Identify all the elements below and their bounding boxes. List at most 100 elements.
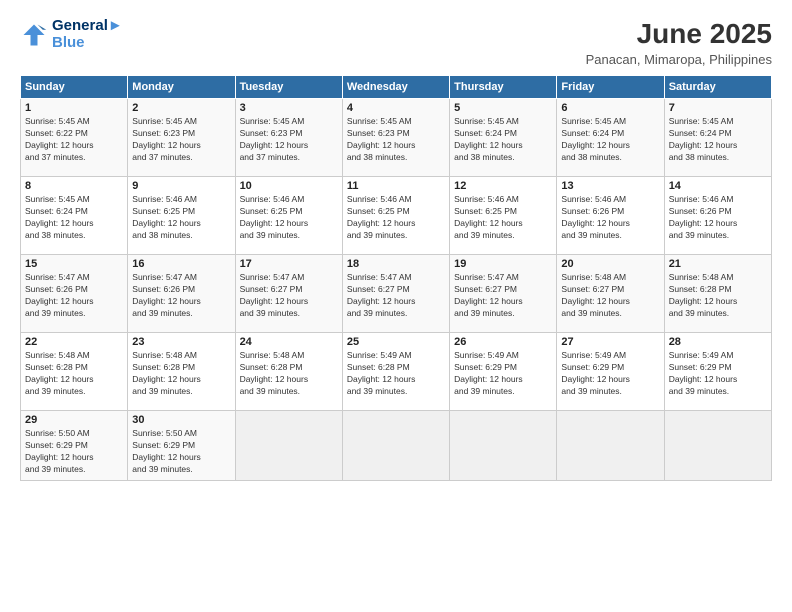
col-wednesday: Wednesday — [342, 76, 449, 99]
day-info: Sunrise: 5:49 AM Sunset: 6:29 PM Dayligh… — [561, 350, 659, 398]
calendar-cell: 23 Sunrise: 5:48 AM Sunset: 6:28 PM Dayli… — [128, 333, 235, 411]
day-number: 22 — [25, 336, 123, 348]
calendar-row: 1 Sunrise: 5:45 AM Sunset: 6:22 PM Daylig… — [21, 99, 772, 177]
day-number: 23 — [132, 336, 230, 348]
day-info: Sunrise: 5:45 AM Sunset: 6:22 PM Dayligh… — [25, 116, 123, 164]
calendar-cell: 7 Sunrise: 5:45 AM Sunset: 6:24 PM Daylig… — [664, 99, 771, 177]
calendar-cell: 3 Sunrise: 5:45 AM Sunset: 6:23 PM Daylig… — [235, 99, 342, 177]
calendar-cell: 16 Sunrise: 5:47 AM Sunset: 6:26 PM Dayli… — [128, 255, 235, 333]
calendar-cell: 10Sunrise: 5:46 AM Sunset: 6:25 PM Dayli… — [235, 177, 342, 255]
day-number: 27 — [561, 336, 659, 348]
calendar-cell: 24 Sunrise: 5:48 AM Sunset: 6:28 PM Dayli… — [235, 333, 342, 411]
calendar-cell: 29Sunrise: 5:50 AM Sunset: 6:29 PM Dayli… — [21, 411, 128, 481]
day-number: 8 — [25, 180, 123, 192]
day-number: 12 — [454, 180, 552, 192]
calendar-cell: 18 Sunrise: 5:47 AM Sunset: 6:27 PM Dayli… — [342, 255, 449, 333]
day-number: 5 — [454, 102, 552, 114]
day-number: 26 — [454, 336, 552, 348]
calendar-cell: 19 Sunrise: 5:47 AM Sunset: 6:27 PM Dayli… — [450, 255, 557, 333]
day-info: Sunrise: 5:47 AM Sunset: 6:27 PM Dayligh… — [240, 272, 338, 320]
day-info: Sunrise: 5:48 AM Sunset: 6:27 PM Dayligh… — [561, 272, 659, 320]
day-info: Sunrise: 5:50 AM Sunset: 6:29 PM Dayligh… — [132, 428, 230, 476]
calendar-cell: 6Sunrise: 5:45 AM Sunset: 6:24 PM Daylig… — [557, 99, 664, 177]
calendar-cell: 14 Sunrise: 5:46 AM Sunset: 6:26 PM Dayli… — [664, 177, 771, 255]
day-info: Sunrise: 5:45 AM Sunset: 6:24 PM Dayligh… — [454, 116, 552, 164]
day-number: 21 — [669, 258, 767, 270]
day-info: Sunrise: 5:47 AM Sunset: 6:26 PM Dayligh… — [25, 272, 123, 320]
calendar-cell — [235, 411, 342, 481]
day-info: Sunrise: 5:45 AM Sunset: 6:23 PM Dayligh… — [347, 116, 445, 164]
day-info: Sunrise: 5:47 AM Sunset: 6:27 PM Dayligh… — [454, 272, 552, 320]
col-monday: Monday — [128, 76, 235, 99]
day-info: Sunrise: 5:49 AM Sunset: 6:29 PM Dayligh… — [454, 350, 552, 398]
calendar-row: 15 Sunrise: 5:47 AM Sunset: 6:26 PM Dayli… — [21, 255, 772, 333]
calendar-cell: 22 Sunrise: 5:48 AM Sunset: 6:28 PM Dayli… — [21, 333, 128, 411]
day-info: Sunrise: 5:48 AM Sunset: 6:28 PM Dayligh… — [25, 350, 123, 398]
day-number: 30 — [132, 414, 230, 426]
calendar-cell: 4 Sunrise: 5:45 AM Sunset: 6:23 PM Daylig… — [342, 99, 449, 177]
logo-text: General► Blue — [52, 18, 123, 51]
col-friday: Friday — [557, 76, 664, 99]
col-tuesday: Tuesday — [235, 76, 342, 99]
day-number: 11 — [347, 180, 445, 192]
day-number: 13 — [561, 180, 659, 192]
header: General► Blue June 2025 Panacan, Mimarop… — [20, 18, 772, 67]
calendar-cell: 21 Sunrise: 5:48 AM Sunset: 6:28 PM Dayli… — [664, 255, 771, 333]
calendar-cell: 11 Sunrise: 5:46 AM Sunset: 6:25 PM Dayli… — [342, 177, 449, 255]
calendar-cell: 15 Sunrise: 5:47 AM Sunset: 6:26 PM Dayli… — [21, 255, 128, 333]
day-info: Sunrise: 5:47 AM Sunset: 6:27 PM Dayligh… — [347, 272, 445, 320]
day-info: Sunrise: 5:47 AM Sunset: 6:26 PM Dayligh… — [132, 272, 230, 320]
calendar-cell: 9Sunrise: 5:46 AM Sunset: 6:25 PM Daylig… — [128, 177, 235, 255]
day-info: Sunrise: 5:48 AM Sunset: 6:28 PM Dayligh… — [132, 350, 230, 398]
day-number: 15 — [25, 258, 123, 270]
calendar-cell: 28 Sunrise: 5:49 AM Sunset: 6:29 PM Dayli… — [664, 333, 771, 411]
day-info: Sunrise: 5:45 AM Sunset: 6:24 PM Dayligh… — [669, 116, 767, 164]
calendar-cell: 13 Sunrise: 5:46 AM Sunset: 6:26 PM Dayli… — [557, 177, 664, 255]
day-info: Sunrise: 5:46 AM Sunset: 6:25 PM Dayligh… — [132, 194, 230, 242]
day-info: Sunrise: 5:48 AM Sunset: 6:28 PM Dayligh… — [240, 350, 338, 398]
day-number: 14 — [669, 180, 767, 192]
main-title: June 2025 — [586, 18, 772, 50]
day-number: 7 — [669, 102, 767, 114]
day-number: 2 — [132, 102, 230, 114]
day-number: 18 — [347, 258, 445, 270]
calendar-row: 29Sunrise: 5:50 AM Sunset: 6:29 PM Dayli… — [21, 411, 772, 481]
calendar-row: 8Sunrise: 5:45 AM Sunset: 6:24 PM Daylig… — [21, 177, 772, 255]
day-info: Sunrise: 5:49 AM Sunset: 6:29 PM Dayligh… — [669, 350, 767, 398]
calendar-cell — [342, 411, 449, 481]
calendar-cell — [450, 411, 557, 481]
day-info: Sunrise: 5:46 AM Sunset: 6:26 PM Dayligh… — [561, 194, 659, 242]
day-info: Sunrise: 5:46 AM Sunset: 6:25 PM Dayligh… — [454, 194, 552, 242]
day-info: Sunrise: 5:46 AM Sunset: 6:25 PM Dayligh… — [347, 194, 445, 242]
day-number: 16 — [132, 258, 230, 270]
day-info: Sunrise: 5:50 AM Sunset: 6:29 PM Dayligh… — [25, 428, 123, 476]
logo: General► Blue — [20, 18, 123, 51]
day-info: Sunrise: 5:45 AM Sunset: 6:23 PM Dayligh… — [240, 116, 338, 164]
day-number: 17 — [240, 258, 338, 270]
page: General► Blue June 2025 Panacan, Mimarop… — [0, 0, 792, 612]
day-number: 1 — [25, 102, 123, 114]
calendar-row: 22 Sunrise: 5:48 AM Sunset: 6:28 PM Dayli… — [21, 333, 772, 411]
day-number: 25 — [347, 336, 445, 348]
logo-icon — [20, 21, 48, 49]
col-saturday: Saturday — [664, 76, 771, 99]
calendar-cell: 5 Sunrise: 5:45 AM Sunset: 6:24 PM Daylig… — [450, 99, 557, 177]
day-info: Sunrise: 5:45 AM Sunset: 6:24 PM Dayligh… — [561, 116, 659, 164]
calendar-cell: 1 Sunrise: 5:45 AM Sunset: 6:22 PM Daylig… — [21, 99, 128, 177]
calendar-cell: 27 Sunrise: 5:49 AM Sunset: 6:29 PM Dayli… — [557, 333, 664, 411]
day-number: 24 — [240, 336, 338, 348]
col-thursday: Thursday — [450, 76, 557, 99]
calendar-cell — [557, 411, 664, 481]
calendar-cell: 17 Sunrise: 5:47 AM Sunset: 6:27 PM Dayli… — [235, 255, 342, 333]
calendar-cell: 12 Sunrise: 5:46 AM Sunset: 6:25 PM Dayli… — [450, 177, 557, 255]
day-number: 19 — [454, 258, 552, 270]
day-number: 28 — [669, 336, 767, 348]
calendar-cell: 30 Sunrise: 5:50 AM Sunset: 6:29 PM Dayli… — [128, 411, 235, 481]
day-number: 10 — [240, 180, 338, 192]
calendar-cell — [664, 411, 771, 481]
day-info: Sunrise: 5:46 AM Sunset: 6:26 PM Dayligh… — [669, 194, 767, 242]
day-number: 4 — [347, 102, 445, 114]
day-info: Sunrise: 5:48 AM Sunset: 6:28 PM Dayligh… — [669, 272, 767, 320]
day-number: 20 — [561, 258, 659, 270]
day-number: 3 — [240, 102, 338, 114]
